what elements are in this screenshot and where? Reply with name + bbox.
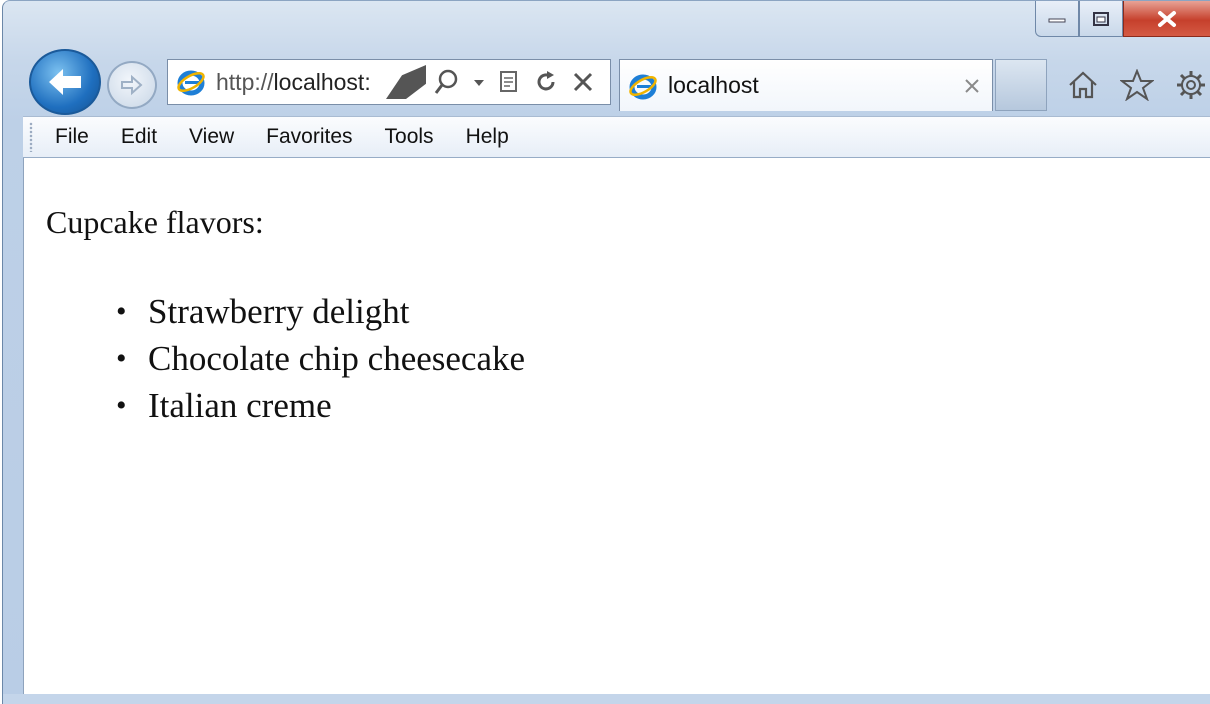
favorites-button[interactable] (1117, 65, 1157, 105)
new-tab-button[interactable] (995, 59, 1047, 111)
maximize-button[interactable] (1079, 1, 1123, 37)
url-host: localhost: (273, 68, 371, 95)
dropdown-arrow-icon[interactable] (474, 77, 484, 87)
back-arrow-icon (49, 69, 81, 95)
forward-button[interactable] (107, 61, 157, 109)
page-content: Cupcake flavors: Strawberry delight Choc… (23, 158, 1210, 694)
list-item: Chocolate chip cheesecake (116, 335, 525, 382)
tab-ie-logo-icon (628, 71, 658, 101)
close-window-button[interactable] (1123, 1, 1210, 37)
tools-button[interactable] (1171, 65, 1210, 105)
search-icon[interactable] (434, 68, 460, 96)
tab-localhost[interactable]: localhost (619, 59, 993, 111)
menu-tools[interactable]: Tools (385, 125, 434, 149)
close-icon (1158, 10, 1176, 27)
compat-page-icon[interactable] (498, 70, 520, 94)
window-caption-buttons (1035, 1, 1210, 45)
maximize-icon (1093, 11, 1109, 26)
refresh-icon[interactable] (534, 70, 558, 94)
star-icon (1120, 69, 1154, 101)
menu-bar: File Edit View Favorites Tools Help (23, 116, 1210, 158)
address-bar[interactable]: http://localhost: (167, 59, 611, 105)
back-button[interactable] (29, 49, 101, 115)
gear-icon (1177, 71, 1205, 99)
menu-file[interactable]: File (55, 125, 89, 149)
menu-help[interactable]: Help (466, 125, 509, 149)
address-url[interactable]: http://localhost: (216, 69, 396, 96)
home-icon (1069, 71, 1097, 99)
tab-close-icon[interactable] (964, 78, 980, 94)
flavor-list: Strawberry delight Chocolate chip cheese… (116, 288, 525, 429)
list-item: Italian creme (116, 382, 525, 429)
list-item: Strawberry delight (116, 288, 525, 335)
forward-arrow-icon (121, 74, 143, 96)
url-scheme: http:// (216, 68, 274, 95)
toolbar-grip[interactable] (29, 122, 33, 152)
ie-logo-icon (176, 67, 206, 97)
page-heading: Cupcake flavors: (46, 204, 264, 240)
minimize-button[interactable] (1035, 1, 1079, 37)
home-button[interactable] (1063, 65, 1103, 105)
stop-icon[interactable] (572, 71, 594, 93)
tab-title: localhost (668, 72, 759, 98)
menu-edit[interactable]: Edit (121, 125, 157, 149)
menu-view[interactable]: View (189, 125, 234, 149)
browser-window: http://localhost: localhost File Edit Vi… (2, 0, 1210, 704)
minimize-icon (1048, 18, 1066, 22)
menu-favorites[interactable]: Favorites (266, 125, 352, 149)
